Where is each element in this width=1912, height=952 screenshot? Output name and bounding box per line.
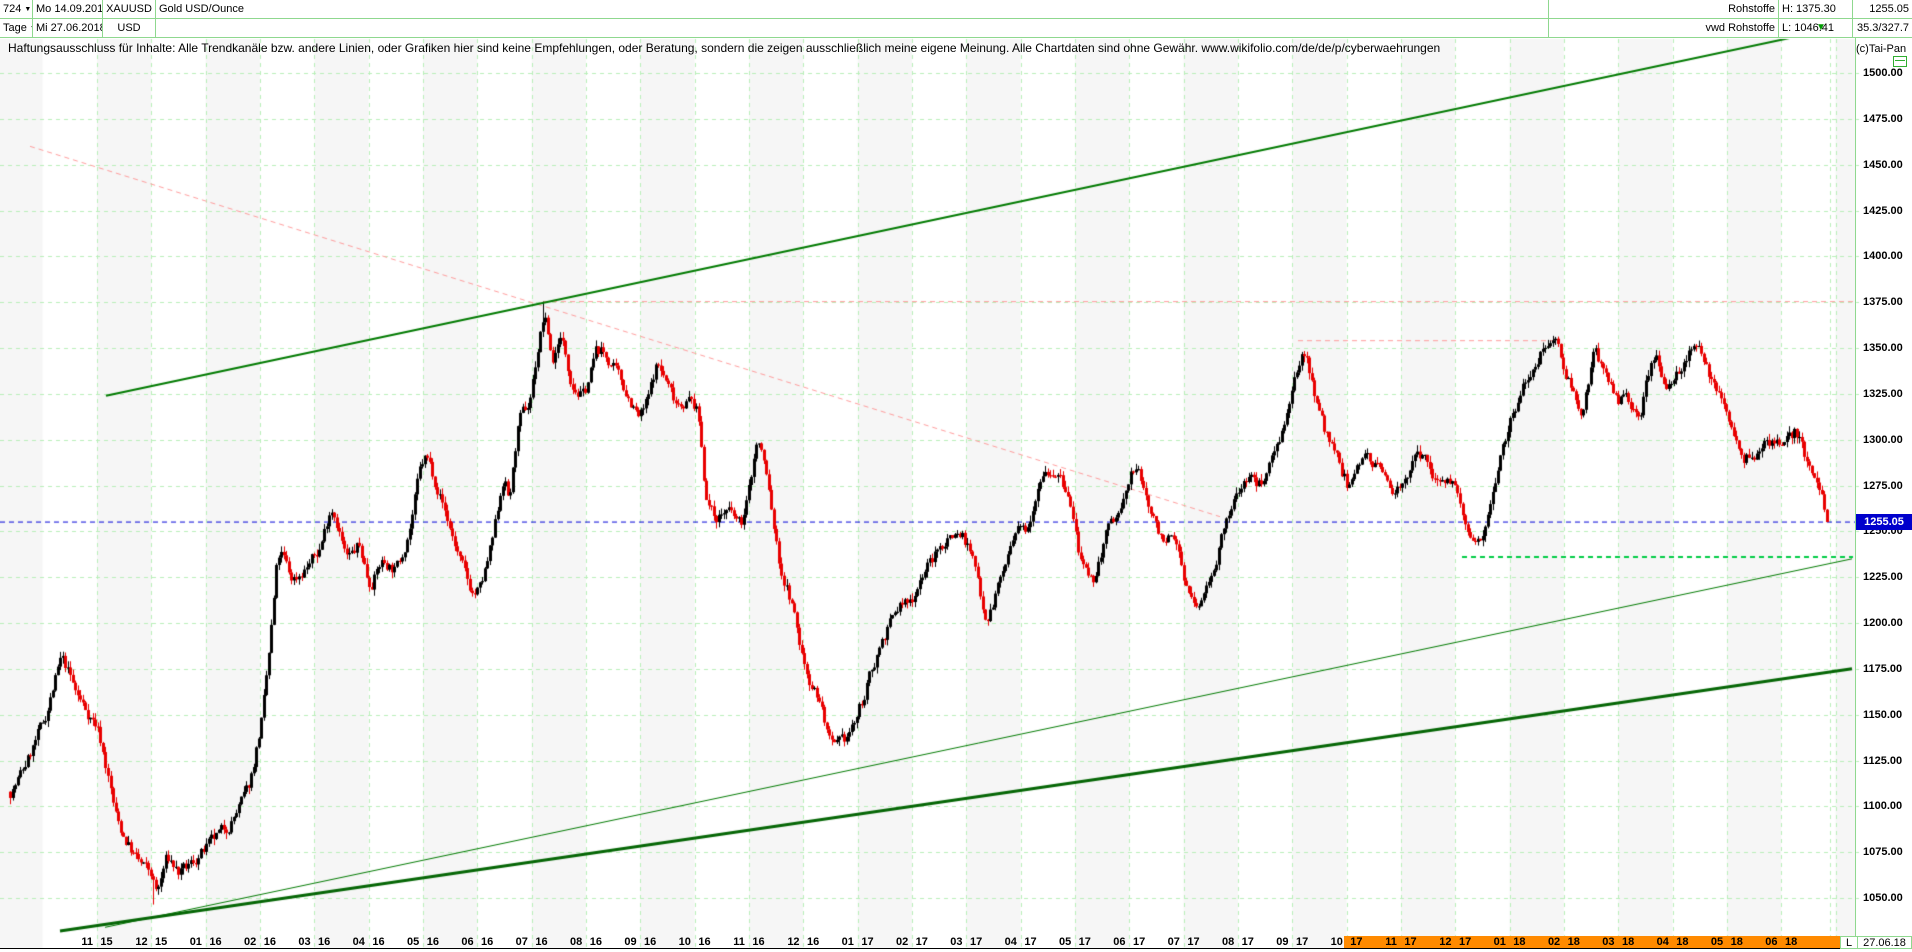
period-high-cell: H: 1375.30 bbox=[1779, 0, 1853, 19]
price-axis-label: 1325.00 bbox=[1863, 388, 1911, 400]
disclaimer-text: Haftungsausschluss für Inhalte: Alle Tre… bbox=[8, 41, 1440, 55]
group-cell: Rohstoffe bbox=[1549, 0, 1779, 19]
date-axis-label: 10 16 bbox=[679, 936, 711, 948]
date-axis-label: 12 15 bbox=[135, 936, 167, 948]
price-axis-border bbox=[1855, 38, 1856, 949]
price-axis-label: 1225.00 bbox=[1863, 571, 1911, 583]
date-axis-label: 02 17 bbox=[896, 936, 928, 948]
price-axis-label: 1150.00 bbox=[1863, 709, 1911, 721]
corner-l-cell: L bbox=[1840, 936, 1858, 949]
date-axis-label: 11 17 bbox=[1385, 936, 1416, 948]
date-axis-label: 12 17 bbox=[1439, 936, 1471, 948]
date-axis-label: 07 17 bbox=[1168, 936, 1200, 948]
copyright-label: (c)Tai-Pan bbox=[1856, 43, 1906, 55]
price-axis-label: 1475.00 bbox=[1863, 113, 1911, 125]
timeframe-value: Tage bbox=[3, 22, 27, 34]
price-axis-label: 1075.00 bbox=[1863, 846, 1911, 858]
date-axis-label: 02 18 bbox=[1548, 936, 1580, 948]
price-axis-label: 1200.00 bbox=[1863, 617, 1911, 629]
date-axis-label: 12 16 bbox=[787, 936, 819, 948]
instrument-name-cell: Gold USD/Ounce bbox=[156, 0, 1549, 19]
price-axis-label: 1450.00 bbox=[1863, 159, 1911, 171]
empty-cell bbox=[156, 19, 1549, 38]
price-axis-label: 1175.00 bbox=[1863, 663, 1911, 675]
currency-cell: USD bbox=[103, 19, 156, 38]
corner-end-date-cell: 27.06.18 bbox=[1857, 936, 1912, 949]
price-axis-label: 1375.00 bbox=[1863, 296, 1911, 308]
timeframe-dropdown[interactable]: Tage ▼ bbox=[0, 19, 33, 38]
date-axis-label: 11 16 bbox=[733, 936, 764, 948]
date-axis-label: 05 17 bbox=[1059, 936, 1091, 948]
date-axis-label: 11 15 bbox=[81, 936, 112, 948]
trendline-arrow-icon: ▼ bbox=[1816, 22, 1826, 33]
candlestick-chart-canvas[interactable] bbox=[0, 0, 1912, 952]
date-axis-label: 04 16 bbox=[353, 936, 385, 948]
date-axis-label: 01 17 bbox=[842, 936, 874, 948]
periods-dropdown[interactable]: 724 ▼ bbox=[0, 0, 33, 19]
date-axis-label: 09 16 bbox=[624, 936, 656, 948]
price-axis-label: 1400.00 bbox=[1863, 250, 1911, 262]
price-axis-label: 1350.00 bbox=[1863, 342, 1911, 354]
periods-value: 724 bbox=[3, 3, 21, 15]
end-date-cell: Mi 27.06.2018 bbox=[33, 19, 103, 38]
date-axis-label: 03 18 bbox=[1602, 936, 1634, 948]
taipan-chart-window: 724 ▼ Mo 14.09.2015 XAUUSD Gold USD/Ounc… bbox=[0, 0, 1912, 952]
panel-toggle-icon[interactable] bbox=[1893, 56, 1907, 67]
date-axis-label: 04 18 bbox=[1657, 936, 1689, 948]
price-axis-label: 1425.00 bbox=[1863, 205, 1911, 217]
price-axis-label: 1125.00 bbox=[1863, 755, 1911, 767]
date-axis-label: 08 17 bbox=[1222, 936, 1254, 948]
date-axis-label: 07 16 bbox=[516, 936, 548, 948]
price-axis-label: 1500.00 bbox=[1863, 67, 1911, 79]
date-axis-label: 06 16 bbox=[461, 936, 493, 948]
date-axis-label: 01 16 bbox=[190, 936, 222, 948]
chevron-down-icon: ▼ bbox=[24, 6, 31, 13]
date-axis-label: 05 18 bbox=[1711, 936, 1743, 948]
date-axis-label: 03 17 bbox=[950, 936, 982, 948]
price-axis-label: 1275.00 bbox=[1863, 480, 1911, 492]
date-axis-label: 05 16 bbox=[407, 936, 439, 948]
symbol-cell: XAUUSD bbox=[103, 0, 156, 19]
range-info-cell: 35.3/327.7 bbox=[1853, 19, 1912, 38]
price-axis-label: 1300.00 bbox=[1863, 434, 1911, 446]
date-axis-label: 09 17 bbox=[1276, 936, 1308, 948]
date-axis-label: 06 18 bbox=[1765, 936, 1797, 948]
price-axis-label: 1050.00 bbox=[1863, 892, 1911, 904]
date-axis-label: 04 17 bbox=[1005, 936, 1037, 948]
axis-baseline bbox=[0, 948, 1856, 949]
last-price-tag: 1255.05 bbox=[1856, 514, 1912, 530]
date-axis-label: 08 16 bbox=[570, 936, 602, 948]
date-axis-label: 01 18 bbox=[1494, 936, 1526, 948]
date-axis-label: 10 17 bbox=[1331, 936, 1363, 948]
feed-cell: vwd Rohstoffe bbox=[1549, 19, 1779, 38]
price-axis-label: 1100.00 bbox=[1863, 800, 1911, 812]
start-date-cell: Mo 14.09.2015 bbox=[33, 0, 103, 19]
date-axis-label: 02 16 bbox=[244, 936, 276, 948]
date-axis-label: 03 16 bbox=[298, 936, 330, 948]
last-price-cell: 1255.05 bbox=[1853, 0, 1912, 19]
date-axis-label: 06 17 bbox=[1113, 936, 1145, 948]
